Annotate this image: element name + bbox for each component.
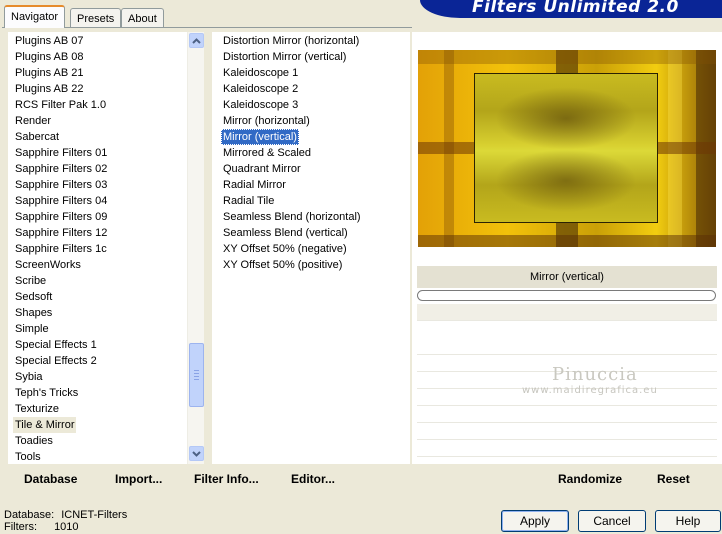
category-item[interactable]: Toadies [13,433,55,449]
category-item[interactable]: Sapphire Filters 02 [13,161,109,177]
category-item[interactable]: Scribe [13,273,48,289]
category-item[interactable]: Tools [13,449,43,465]
category-item[interactable]: Sybia [13,369,45,385]
category-item[interactable]: Sedsoft [13,289,54,305]
category-item[interactable]: Texturize [13,401,61,417]
status-filters: Filters: 1010 [4,521,79,534]
category-item[interactable]: ScreenWorks [13,257,83,273]
filter-item[interactable]: Kaleidoscope 1 [221,65,300,81]
category-item[interactable]: Special Effects 2 [13,353,99,369]
filter-list[interactable]: Distortion Mirror (horizontal) Distortion… [212,32,410,464]
title-banner: Filters Unlimited 2.0 [420,0,722,18]
preview-inner-square [474,73,658,223]
category-item[interactable]: Plugins AB 07 [13,33,86,49]
watermark-name: Pinuccia [552,364,638,385]
category-item[interactable]: Plugins AB 21 [13,65,86,81]
editor-button[interactable]: Editor... [291,470,335,488]
filter-item[interactable]: Mirror (horizontal) [221,113,312,129]
filter-item[interactable]: Kaleidoscope 2 [221,81,300,97]
status-filters-value: 1010 [54,521,79,533]
category-item[interactable]: Shapes [13,305,54,321]
category-item[interactable]: RCS Filter Pak 1.0 [13,97,108,113]
selected-filter-label: Mirror (vertical) [417,266,717,288]
category-item[interactable]: Tile & Mirror [13,417,77,433]
scroll-thumb[interactable] [189,343,204,407]
filter-item[interactable]: Radial Tile [221,193,276,209]
tab-presets[interactable]: Presets [70,8,122,27]
preview-image [418,50,716,247]
import-button[interactable]: Import... [115,470,162,488]
category-item[interactable]: Sapphire Filters 04 [13,193,109,209]
reset-button[interactable]: Reset [657,470,690,488]
filter-item[interactable]: XY Offset 50% (positive) [221,257,344,273]
scroll-up-button[interactable] [189,33,204,48]
category-item[interactable]: Plugins AB 08 [13,49,86,65]
filter-item[interactable]: Distortion Mirror (horizontal) [221,33,361,49]
category-item[interactable]: Sabercat [13,129,61,145]
category-item[interactable]: Simple [13,321,51,337]
banner-title: Filters Unlimited 2.0 [472,0,679,17]
tab-navigator[interactable]: Navigator [4,5,66,28]
filter-item[interactable]: Quadrant Mirror [221,161,303,177]
category-item[interactable]: Plugins AB 22 [13,81,86,97]
category-item[interactable]: Sapphire Filters 03 [13,177,109,193]
category-item[interactable]: Sapphire Filters 12 [13,225,109,241]
chevron-up-icon [192,37,201,44]
watermark-site: www.maidiregrafica.eu [522,385,658,396]
status-database-value: ICNET-Filters [61,509,128,521]
category-scrollbar[interactable] [187,32,204,464]
filter-item[interactable]: Seamless Blend (horizontal) [221,209,363,225]
category-list[interactable]: Plugins AB 07 Plugins AB 08 Plugins AB 21 P… [8,32,204,464]
category-item[interactable]: Teph's Tricks [13,385,80,401]
filter-info-button[interactable]: Filter Info... [194,470,259,488]
filter-item[interactable]: Kaleidoscope 3 [221,97,300,113]
filter-item[interactable]: XY Offset 50% (negative) [221,241,349,257]
filter-item[interactable]: Mirror (vertical) [221,129,299,145]
parameter-slider[interactable] [417,290,716,301]
category-item[interactable]: Sapphire Filters 1c [13,241,109,257]
category-item[interactable]: Sapphire Filters 09 [13,209,109,225]
filter-item[interactable]: Mirrored & Scaled [221,145,313,161]
tab-about[interactable]: About [121,8,164,27]
filter-item[interactable]: Distortion Mirror (vertical) [221,49,348,65]
category-item[interactable]: Render [13,113,53,129]
scroll-down-button[interactable] [189,446,204,461]
chevron-down-icon [192,450,201,457]
status-database-label: Database: [4,509,55,521]
randomize-button[interactable]: Randomize [558,470,622,488]
database-button[interactable]: Database [24,470,77,488]
filter-item[interactable]: Seamless Blend (vertical) [221,225,350,241]
filter-item[interactable]: Radial Mirror [221,177,288,193]
category-item[interactable]: Special Effects 1 [13,337,99,353]
status-filters-label: Filters: [4,521,37,533]
category-item[interactable]: Sapphire Filters 01 [13,145,109,161]
